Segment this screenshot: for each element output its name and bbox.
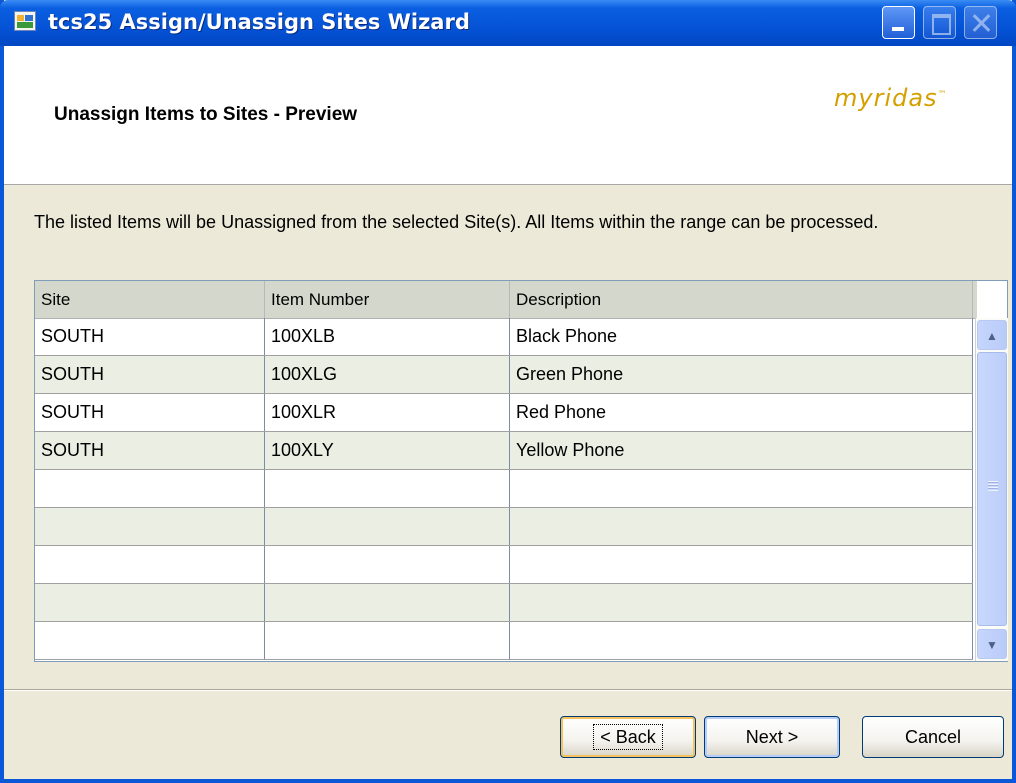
title-bar[interactable]: tcs25 Assign/Unassign Sites Wizard bbox=[0, 0, 1016, 46]
grid-header: Site Item Number Description bbox=[35, 281, 977, 319]
table-row[interactable] bbox=[35, 546, 973, 584]
page-title: Unassign Items to Sites - Preview bbox=[54, 104, 358, 125]
column-header-site[interactable]: Site bbox=[35, 281, 265, 318]
description-cell[interactable] bbox=[510, 546, 973, 583]
description-cell[interactable] bbox=[510, 508, 973, 545]
item-number-cell[interactable]: 100XLB bbox=[265, 318, 510, 355]
description-text: The listed Items will be Unassigned from… bbox=[34, 212, 879, 232]
footer-divider bbox=[4, 689, 1012, 691]
site-cell[interactable]: SOUTH bbox=[35, 432, 265, 469]
scroll-up-button[interactable]: ▲ bbox=[977, 320, 1007, 350]
description-cell[interactable]: Green Phone bbox=[510, 356, 973, 393]
description-cell[interactable]: Black Phone bbox=[510, 318, 973, 355]
window-title: tcs25 Assign/Unassign Sites Wizard bbox=[48, 10, 470, 34]
table-row[interactable] bbox=[35, 622, 973, 660]
item-number-cell[interactable] bbox=[265, 546, 510, 583]
logo-text: myridas bbox=[834, 84, 938, 112]
grip-icon bbox=[988, 481, 998, 491]
site-cell[interactable] bbox=[35, 508, 265, 545]
table-row[interactable]: SOUTH 100XLG Green Phone bbox=[35, 356, 973, 394]
minimize-icon bbox=[892, 27, 904, 31]
maximize-icon bbox=[932, 14, 951, 35]
site-cell[interactable] bbox=[35, 546, 265, 583]
item-number-cell[interactable]: 100XLR bbox=[265, 394, 510, 431]
logo-trademark: ™ bbox=[937, 90, 948, 100]
app-icon[interactable] bbox=[14, 11, 36, 31]
item-number-cell[interactable]: 100XLG bbox=[265, 356, 510, 393]
items-grid[interactable]: Site Item Number Description SOUTH 100XL… bbox=[34, 280, 1008, 662]
item-number-cell[interactable] bbox=[265, 622, 510, 659]
minimize-button[interactable] bbox=[882, 6, 915, 39]
item-number-cell[interactable] bbox=[265, 584, 510, 621]
column-header-item-number[interactable]: Item Number bbox=[265, 281, 510, 318]
scroll-down-icon: ▼ bbox=[986, 638, 998, 652]
close-button[interactable] bbox=[964, 6, 997, 39]
back-button[interactable]: < Back bbox=[560, 716, 696, 758]
table-row[interactable] bbox=[35, 584, 973, 622]
description-cell[interactable] bbox=[510, 622, 973, 659]
table-row[interactable] bbox=[35, 508, 973, 546]
item-number-cell[interactable]: 100XLY bbox=[265, 432, 510, 469]
scroll-down-button[interactable]: ▼ bbox=[977, 629, 1007, 659]
site-cell[interactable]: SOUTH bbox=[35, 318, 265, 355]
item-number-cell[interactable] bbox=[265, 470, 510, 507]
scroll-up-icon: ▲ bbox=[986, 329, 998, 343]
table-row[interactable]: SOUTH 100XLR Red Phone bbox=[35, 394, 973, 432]
brand-logo: myridas™ bbox=[834, 84, 948, 112]
wizard-window: tcs25 Assign/Unassign Sites Wizard Unass… bbox=[0, 0, 1016, 783]
next-button[interactable]: Next > bbox=[704, 716, 840, 758]
scrollbar-thumb[interactable] bbox=[977, 352, 1007, 626]
description-cell[interactable] bbox=[510, 470, 973, 507]
wizard-header: Unassign Items to Sites - Preview myrida… bbox=[4, 46, 1012, 185]
table-row[interactable]: SOUTH 100XLB Black Phone bbox=[35, 318, 973, 356]
column-header-description[interactable]: Description bbox=[510, 281, 973, 318]
vertical-scrollbar[interactable]: ▲ ▼ bbox=[975, 318, 1008, 661]
site-cell[interactable]: SOUTH bbox=[35, 394, 265, 431]
site-cell[interactable] bbox=[35, 470, 265, 507]
table-row[interactable] bbox=[35, 470, 973, 508]
site-cell[interactable] bbox=[35, 622, 265, 659]
cancel-button[interactable]: Cancel bbox=[862, 716, 1004, 758]
back-button-label: < Back bbox=[593, 724, 663, 750]
maximize-button[interactable] bbox=[923, 6, 956, 39]
description-cell[interactable] bbox=[510, 584, 973, 621]
site-cell[interactable] bbox=[35, 584, 265, 621]
description-cell[interactable]: Red Phone bbox=[510, 394, 973, 431]
site-cell[interactable]: SOUTH bbox=[35, 356, 265, 393]
table-row[interactable]: SOUTH 100XLY Yellow Phone bbox=[35, 432, 973, 470]
item-number-cell[interactable] bbox=[265, 508, 510, 545]
description-cell[interactable]: Yellow Phone bbox=[510, 432, 973, 469]
